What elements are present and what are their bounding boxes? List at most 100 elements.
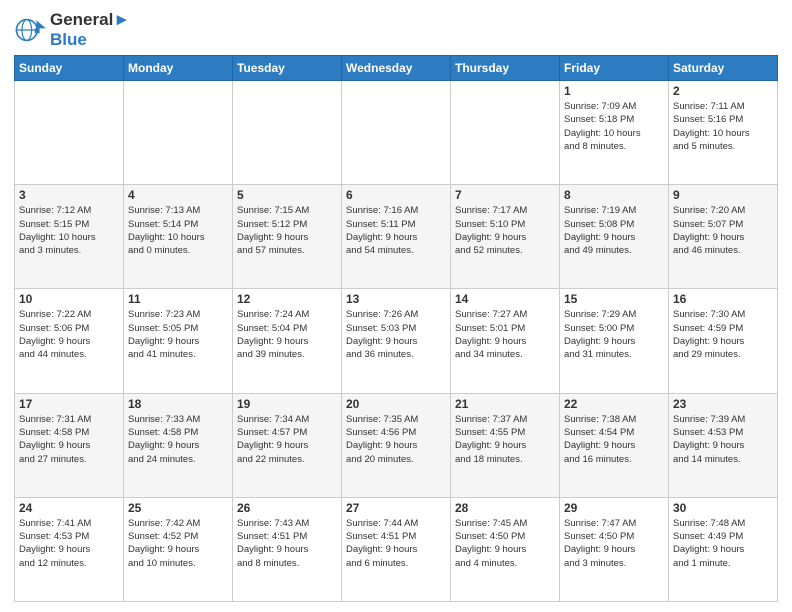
day-cell-7: 7 Sunrise: 7:17 AM Sunset: 5:10 PM Daylig…	[451, 185, 560, 289]
day-info: Sunrise: 7:09 AM Sunset: 5:18 PM Dayligh…	[564, 100, 664, 153]
day-cell-13: 13 Sunrise: 7:26 AM Sunset: 5:03 PM Dayli…	[342, 289, 451, 393]
day-number: 29	[564, 501, 664, 515]
logo-line2: Blue	[50, 30, 130, 50]
day-cell-26: 26Sunrise: 7:43 AM Sunset: 4:51 PM Dayli…	[233, 497, 342, 601]
day-cell-12: 12 Sunrise: 7:24 AM Sunset: 5:04 PM Dayli…	[233, 289, 342, 393]
week-row-3: 10 Sunrise: 7:22 AM Sunset: 5:06 PM Dayli…	[15, 289, 778, 393]
day-number: 20	[346, 397, 446, 411]
day-cell-4: 4Sunrise: 7:13 AM Sunset: 5:14 PM Daylig…	[124, 185, 233, 289]
day-info: Sunrise: 7:31 AM Sunset: 4:58 PM Dayligh…	[19, 413, 119, 466]
day-cell-14: 14 Sunrise: 7:27 AM Sunset: 5:01 PM Dayli…	[451, 289, 560, 393]
day-cell-24: 24 Sunrise: 7:41 AM Sunset: 4:53 PM Dayli…	[15, 497, 124, 601]
day-info: Sunrise: 7:47 AM Sunset: 4:50 PM Dayligh…	[564, 517, 664, 570]
day-number: 19	[237, 397, 337, 411]
day-cell-1: 1 Sunrise: 7:09 AM Sunset: 5:18 PM Daylig…	[560, 81, 669, 185]
day-cell-6: 6 Sunrise: 7:16 AM Sunset: 5:11 PM Daylig…	[342, 185, 451, 289]
empty-cell	[342, 81, 451, 185]
day-cell-17: 17 Sunrise: 7:31 AM Sunset: 4:58 PM Dayli…	[15, 393, 124, 497]
day-number: 22	[564, 397, 664, 411]
day-number: 6	[346, 188, 446, 202]
weekday-sunday: Sunday	[15, 56, 124, 81]
weekday-wednesday: Wednesday	[342, 56, 451, 81]
week-row-1: 1 Sunrise: 7:09 AM Sunset: 5:18 PM Daylig…	[15, 81, 778, 185]
day-info: Sunrise: 7:27 AM Sunset: 5:01 PM Dayligh…	[455, 308, 555, 361]
empty-cell	[124, 81, 233, 185]
day-info: Sunrise: 7:16 AM Sunset: 5:11 PM Dayligh…	[346, 204, 446, 257]
day-info: Sunrise: 7:38 AM Sunset: 4:54 PM Dayligh…	[564, 413, 664, 466]
empty-cell	[451, 81, 560, 185]
day-number: 3	[19, 188, 119, 202]
day-number: 18	[128, 397, 228, 411]
empty-cell	[233, 81, 342, 185]
day-number: 9	[673, 188, 773, 202]
week-row-5: 24 Sunrise: 7:41 AM Sunset: 4:53 PM Dayli…	[15, 497, 778, 601]
day-number: 15	[564, 292, 664, 306]
logo-icon	[14, 14, 46, 46]
day-info: Sunrise: 7:41 AM Sunset: 4:53 PM Dayligh…	[19, 517, 119, 570]
day-info: Sunrise: 7:39 AM Sunset: 4:53 PM Dayligh…	[673, 413, 773, 466]
day-number: 30	[673, 501, 773, 515]
day-cell-28: 28 Sunrise: 7:45 AM Sunset: 4:50 PM Dayli…	[451, 497, 560, 601]
day-info: Sunrise: 7:20 AM Sunset: 5:07 PM Dayligh…	[673, 204, 773, 257]
day-number: 10	[19, 292, 119, 306]
day-info: Sunrise: 7:19 AM Sunset: 5:08 PM Dayligh…	[564, 204, 664, 257]
day-cell-15: 15 Sunrise: 7:29 AM Sunset: 5:00 PM Dayli…	[560, 289, 669, 393]
day-number: 8	[564, 188, 664, 202]
day-info: Sunrise: 7:24 AM Sunset: 5:04 PM Dayligh…	[237, 308, 337, 361]
day-info: Sunrise: 7:48 AM Sunset: 4:49 PM Dayligh…	[673, 517, 773, 570]
day-cell-8: 8 Sunrise: 7:19 AM Sunset: 5:08 PM Daylig…	[560, 185, 669, 289]
logo: General► Blue	[14, 10, 130, 49]
day-info: Sunrise: 7:35 AM Sunset: 4:56 PM Dayligh…	[346, 413, 446, 466]
day-info: Sunrise: 7:22 AM Sunset: 5:06 PM Dayligh…	[19, 308, 119, 361]
day-number: 26	[237, 501, 337, 515]
day-cell-27: 27Sunrise: 7:44 AM Sunset: 4:51 PM Dayli…	[342, 497, 451, 601]
day-number: 28	[455, 501, 555, 515]
day-number: 1	[564, 84, 664, 98]
day-cell-25: 25Sunrise: 7:42 AM Sunset: 4:52 PM Dayli…	[124, 497, 233, 601]
day-cell-29: 29 Sunrise: 7:47 AM Sunset: 4:50 PM Dayli…	[560, 497, 669, 601]
day-cell-23: 23 Sunrise: 7:39 AM Sunset: 4:53 PM Dayli…	[669, 393, 778, 497]
day-number: 12	[237, 292, 337, 306]
day-cell-19: 19 Sunrise: 7:34 AM Sunset: 4:57 PM Dayli…	[233, 393, 342, 497]
week-row-4: 17 Sunrise: 7:31 AM Sunset: 4:58 PM Dayli…	[15, 393, 778, 497]
page: General► Blue SundayMondayTuesdayWednesd…	[0, 0, 792, 612]
day-cell-5: 5Sunrise: 7:15 AM Sunset: 5:12 PM Daylig…	[233, 185, 342, 289]
day-info: Sunrise: 7:45 AM Sunset: 4:50 PM Dayligh…	[455, 517, 555, 570]
day-cell-16: 16 Sunrise: 7:30 AM Sunset: 4:59 PM Dayli…	[669, 289, 778, 393]
day-number: 13	[346, 292, 446, 306]
day-cell-20: 20 Sunrise: 7:35 AM Sunset: 4:56 PM Dayli…	[342, 393, 451, 497]
day-info: Sunrise: 7:37 AM Sunset: 4:55 PM Dayligh…	[455, 413, 555, 466]
empty-cell	[15, 81, 124, 185]
day-number: 16	[673, 292, 773, 306]
day-info: Sunrise: 7:17 AM Sunset: 5:10 PM Dayligh…	[455, 204, 555, 257]
calendar: SundayMondayTuesdayWednesdayThursdayFrid…	[14, 55, 778, 602]
day-number: 23	[673, 397, 773, 411]
day-number: 27	[346, 501, 446, 515]
weekday-thursday: Thursday	[451, 56, 560, 81]
day-info: Sunrise: 7:34 AM Sunset: 4:57 PM Dayligh…	[237, 413, 337, 466]
day-cell-11: 11Sunrise: 7:23 AM Sunset: 5:05 PM Dayli…	[124, 289, 233, 393]
day-number: 7	[455, 188, 555, 202]
day-number: 11	[128, 292, 228, 306]
day-info: Sunrise: 7:26 AM Sunset: 5:03 PM Dayligh…	[346, 308, 446, 361]
day-number: 14	[455, 292, 555, 306]
day-info: Sunrise: 7:30 AM Sunset: 4:59 PM Dayligh…	[673, 308, 773, 361]
day-info: Sunrise: 7:33 AM Sunset: 4:58 PM Dayligh…	[128, 413, 228, 466]
day-number: 24	[19, 501, 119, 515]
day-cell-21: 21 Sunrise: 7:37 AM Sunset: 4:55 PM Dayli…	[451, 393, 560, 497]
weekday-saturday: Saturday	[669, 56, 778, 81]
day-info: Sunrise: 7:29 AM Sunset: 5:00 PM Dayligh…	[564, 308, 664, 361]
day-cell-10: 10 Sunrise: 7:22 AM Sunset: 5:06 PM Dayli…	[15, 289, 124, 393]
day-number: 5	[237, 188, 337, 202]
day-number: 17	[19, 397, 119, 411]
day-number: 21	[455, 397, 555, 411]
day-cell-9: 9 Sunrise: 7:20 AM Sunset: 5:07 PM Daylig…	[669, 185, 778, 289]
day-info: Sunrise: 7:12 AM Sunset: 5:15 PM Dayligh…	[19, 204, 119, 257]
day-info: Sunrise: 7:42 AM Sunset: 4:52 PM Dayligh…	[128, 517, 228, 570]
logo-line1: General►	[50, 10, 130, 30]
day-cell-2: 2Sunrise: 7:11 AM Sunset: 5:16 PM Daylig…	[669, 81, 778, 185]
day-cell-22: 22 Sunrise: 7:38 AM Sunset: 4:54 PM Dayli…	[560, 393, 669, 497]
day-info: Sunrise: 7:13 AM Sunset: 5:14 PM Dayligh…	[128, 204, 228, 257]
day-info: Sunrise: 7:11 AM Sunset: 5:16 PM Dayligh…	[673, 100, 773, 153]
weekday-monday: Monday	[124, 56, 233, 81]
